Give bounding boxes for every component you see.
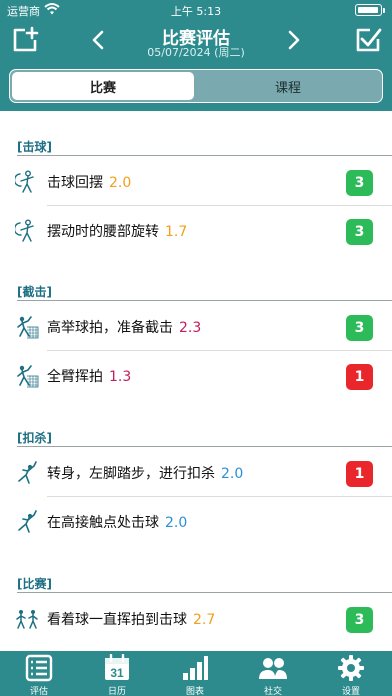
tab-label: 日历 <box>107 687 126 696</box>
row-divider <box>47 350 392 351</box>
section-title: [击球] <box>17 138 392 156</box>
average-value: 2.7 <box>193 612 216 628</box>
list-item[interactable]: 转身，左脚踏步，进行扣杀 2.0 1 <box>0 449 392 497</box>
list-item[interactable]: 看着球一直挥拍到击球 2.7 3 <box>0 595 392 643</box>
section-title: [比赛] <box>17 575 392 593</box>
average-value: 2.0 <box>221 466 244 482</box>
tab-label: 图表 <box>185 687 204 696</box>
evaluation-list-icon <box>25 654 53 682</box>
bar-chart-icon <box>183 656 208 680</box>
score-badge: 3 <box>346 170 373 196</box>
checklist-icon[interactable] <box>354 26 382 54</box>
tab-settings[interactable]: 设置 <box>312 651 390 696</box>
list-item[interactable]: 高举球拍，准备截击 2.3 3 <box>0 303 392 351</box>
volley-icon <box>17 316 39 339</box>
skill-name: 高举球拍，准备截击 <box>47 320 173 336</box>
skill-name: 全臂挥拍 <box>47 369 103 385</box>
tab-label: 设置 <box>341 687 360 696</box>
average-value: 2.0 <box>109 175 132 191</box>
score-badge: 3 <box>346 315 373 341</box>
battery-icon <box>355 4 385 16</box>
tab-evaluation[interactable]: 评估 <box>0 651 78 696</box>
tab-lesson[interactable]: 课程 <box>196 72 380 100</box>
tab-label: 评估 <box>29 687 48 696</box>
score-badge: 3 <box>346 219 373 245</box>
status-time: 上午 5:13 <box>170 5 222 18</box>
status-bar: 运营商 上午 5:13 <box>0 0 392 20</box>
list-item[interactable]: 击球回摆 2.0 3 <box>0 158 392 206</box>
tab-label: 社交 <box>263 687 282 696</box>
average-value: 1.7 <box>165 224 188 240</box>
tab-chart[interactable]: 图表 <box>156 651 234 696</box>
swing-stroke-icon <box>15 170 34 193</box>
skill-name: 在高接触点处击球 <box>47 515 159 531</box>
swing-stroke-icon <box>15 219 34 242</box>
segmented-control: 比赛 课程 <box>9 69 383 103</box>
tab-match[interactable]: 比赛 <box>12 72 194 100</box>
people-icon <box>259 658 287 679</box>
score-badge: 1 <box>346 461 373 487</box>
top-navigation-bar: 运营商 上午 5:13 比赛评估 05/07/2024 (周二) 比赛 课程 <box>0 0 392 111</box>
tab-calendar[interactable]: 31 日历 <box>78 651 156 696</box>
tab-social[interactable]: 社交 <box>234 651 312 696</box>
score-badge: 3 <box>346 607 373 633</box>
next-date-icon[interactable] <box>286 30 302 50</box>
row-divider <box>47 205 392 206</box>
smash-icon <box>18 510 37 533</box>
evaluation-list[interactable]: [击球] 击球回摆 2.0 3 摆动时的腰部旋转 1.7 3 [截击] 高举球拍… <box>0 111 392 651</box>
row-divider <box>47 496 392 497</box>
skill-name: 击球回摆 <box>47 175 103 191</box>
section-title: [扣杀] <box>17 429 392 447</box>
calendar-icon: 31 <box>105 654 129 680</box>
bottom-tab-bar: 评估 31 日历 图表 社交 设置 <box>0 651 392 696</box>
average-value: 2.3 <box>179 320 202 336</box>
current-date: 05/07/2024 (周二) <box>147 46 245 59</box>
list-item[interactable]: 在高接触点处击球 2.0 <box>0 498 392 546</box>
skill-name: 看着球一直挥拍到击球 <box>47 612 187 628</box>
calendar-day: 31 <box>110 666 124 680</box>
list-item[interactable]: 摆动时的腰部旋转 1.7 3 <box>0 207 392 255</box>
section-title: [截击] <box>17 283 392 301</box>
volley-icon <box>17 365 39 388</box>
smash-icon <box>18 461 37 484</box>
skill-name: 转身，左脚踏步，进行扣杀 <box>47 466 215 482</box>
average-value: 2.0 <box>165 515 188 531</box>
list-item[interactable]: 全臂挥拍 1.3 1 <box>0 352 392 400</box>
skill-name: 摆动时的腰部旋转 <box>47 224 159 240</box>
score-badge: 1 <box>346 364 373 390</box>
match-players-icon <box>16 610 38 629</box>
average-value: 1.3 <box>109 369 132 385</box>
gear-icon <box>338 655 364 681</box>
